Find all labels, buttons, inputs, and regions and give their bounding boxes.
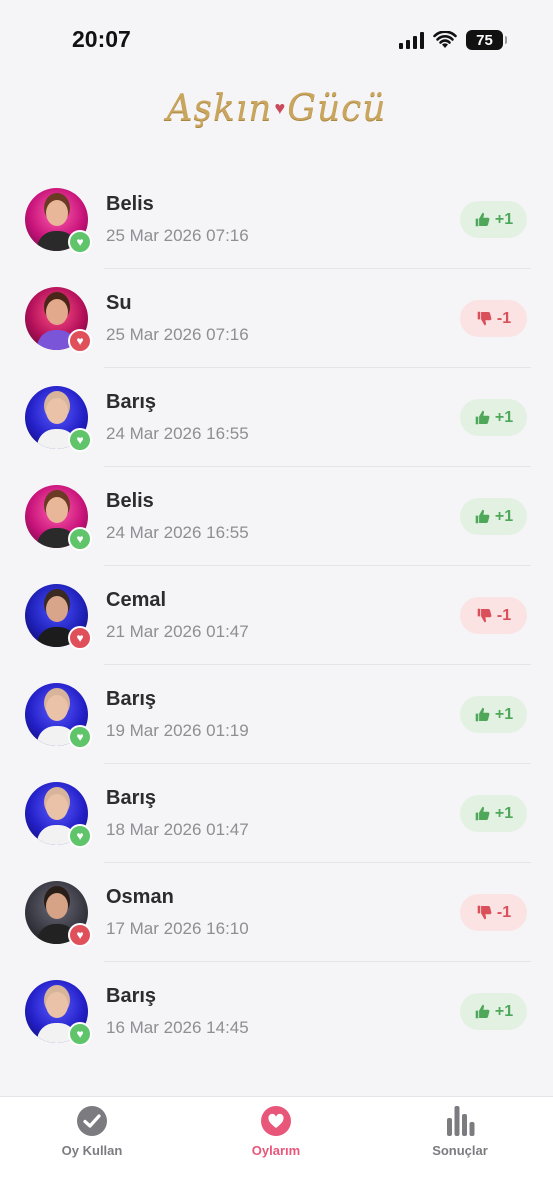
logo-text-2: Gücü <box>287 87 387 129</box>
contestant-name: Cemal <box>106 589 167 611</box>
vote-delta-badge: +1 <box>460 696 527 733</box>
broken-heart-icon: ♥ <box>68 329 92 353</box>
thumbs-down-icon <box>476 607 493 624</box>
check-circle-icon <box>76 1105 108 1137</box>
vote-delta-badge: +1 <box>460 795 527 832</box>
contestant-name: Barış <box>106 391 157 413</box>
vote-date: 19 Mar 2026 01:19 <box>106 721 249 740</box>
vote-date: 24 Mar 2026 16:55 <box>106 523 249 542</box>
thumbs-down-icon <box>476 904 493 921</box>
vote-delta: -1 <box>496 309 512 327</box>
thumbs-up-icon <box>474 211 491 228</box>
avatar: ♥ <box>25 683 92 749</box>
vote-row[interactable]: ♥ Barış 16 Mar 2026 14:45 +1 <box>0 962 553 1061</box>
heart-icon: ♥ <box>68 824 92 848</box>
status-bar: 20:07 75 <box>0 0 553 80</box>
tab-oy-kullan[interactable]: Oy Kullan <box>22 1105 162 1165</box>
battery-icon: 75 <box>466 30 507 50</box>
thumbs-up-icon <box>474 805 491 822</box>
vote-row[interactable]: ♥ Cemal 21 Mar 2026 01:47 -1 <box>0 566 553 665</box>
tab-label: Oylarım <box>251 1143 301 1158</box>
vote-delta: +1 <box>494 507 514 525</box>
vote-date: 17 Mar 2026 16:10 <box>106 919 249 938</box>
heart-icon: ♥ <box>68 527 92 551</box>
contestant-name: Barış <box>106 787 157 809</box>
vote-date: 24 Mar 2026 16:55 <box>106 424 249 443</box>
app-logo: Aşkın ♥ Gücü <box>0 78 553 138</box>
contestant-name: Barış <box>106 985 157 1007</box>
vote-delta: +1 <box>494 210 514 228</box>
logo-text-1: Aşkın <box>166 87 273 129</box>
vote-row[interactable]: ♥ Barış 24 Mar 2026 16:55 +1 <box>0 368 553 467</box>
heart-icon: ♥ <box>68 230 92 254</box>
avatar: ♥ <box>25 485 92 551</box>
avatar: ♥ <box>25 287 92 353</box>
vote-delta: +1 <box>494 804 514 822</box>
vote-delta-badge: +1 <box>460 993 527 1030</box>
avatar: ♥ <box>25 584 92 650</box>
thumbs-up-icon <box>474 1003 491 1020</box>
vote-date: 18 Mar 2026 01:47 <box>106 820 249 839</box>
vote-row[interactable]: ♥ Belis 25 Mar 2026 07:16 +1 <box>0 170 553 269</box>
vote-delta-badge: +1 <box>460 399 527 436</box>
contestant-name: Osman <box>106 886 174 908</box>
heart-icon: ♥ <box>68 1022 92 1046</box>
broken-heart-icon: ♥ <box>68 626 92 650</box>
vote-delta-badge: -1 <box>460 300 527 337</box>
heart-icon: ♥ <box>68 725 92 749</box>
vote-delta: -1 <box>496 606 512 624</box>
logo-heart-icon: ♥ <box>274 97 286 118</box>
vote-date: 25 Mar 2026 07:16 <box>106 325 249 344</box>
tab-oylarim[interactable]: Oylarım <box>206 1105 346 1165</box>
vote-date: 25 Mar 2026 07:16 <box>106 226 249 245</box>
bar-chart-icon <box>444 1105 476 1137</box>
contestant-name: Barış <box>106 688 157 710</box>
thumbs-down-icon <box>476 310 493 327</box>
status-icons: 75 <box>399 28 507 52</box>
cellular-signal-icon <box>399 31 424 49</box>
thumbs-up-icon <box>474 409 491 426</box>
avatar: ♥ <box>25 881 92 947</box>
vote-row[interactable]: ♥ Barış 18 Mar 2026 01:47 +1 <box>0 764 553 863</box>
heart-icon: ♥ <box>68 428 92 452</box>
vote-delta: +1 <box>494 1002 514 1020</box>
vote-date: 16 Mar 2026 14:45 <box>106 1018 249 1037</box>
vote-delta-badge: -1 <box>460 894 527 931</box>
tab-label: Sonuçlar <box>432 1143 488 1158</box>
vote-delta-badge: +1 <box>460 498 527 535</box>
status-time: 20:07 <box>72 26 131 52</box>
avatar: ♥ <box>25 980 92 1046</box>
contestant-name: Belis <box>106 193 154 215</box>
avatar: ♥ <box>25 188 92 254</box>
thumbs-up-icon <box>474 508 491 525</box>
contestant-name: Su <box>106 292 132 314</box>
vote-delta-badge: +1 <box>460 201 527 238</box>
contestant-name: Belis <box>106 490 154 512</box>
tab-sonuclar[interactable]: Sonuçlar <box>390 1105 530 1165</box>
vote-delta: +1 <box>494 408 514 426</box>
wifi-icon <box>433 31 457 48</box>
vote-delta: -1 <box>496 903 512 921</box>
vote-history-list: ♥ Belis 25 Mar 2026 07:16 +1 ♥ Su 25 Mar… <box>0 170 553 1061</box>
battery-level: 75 <box>476 31 493 49</box>
avatar: ♥ <box>25 782 92 848</box>
vote-delta: +1 <box>494 705 514 723</box>
thumbs-up-icon <box>474 706 491 723</box>
tab-label: Oy Kullan <box>61 1143 123 1158</box>
avatar: ♥ <box>25 386 92 452</box>
vote-row[interactable]: ♥ Su 25 Mar 2026 07:16 -1 <box>0 269 553 368</box>
broken-heart-icon: ♥ <box>68 923 92 947</box>
vote-delta-badge: -1 <box>460 597 527 634</box>
vote-date: 21 Mar 2026 01:47 <box>106 622 249 641</box>
vote-row[interactable]: ♥ Barış 19 Mar 2026 01:19 +1 <box>0 665 553 764</box>
vote-row[interactable]: ♥ Osman 17 Mar 2026 16:10 -1 <box>0 863 553 962</box>
vote-row[interactable]: ♥ Belis 24 Mar 2026 16:55 +1 <box>0 467 553 566</box>
bottom-tab-bar: Oy Kullan Oylarım Sonuçlar <box>0 1096 553 1200</box>
heart-icon <box>260 1105 292 1137</box>
